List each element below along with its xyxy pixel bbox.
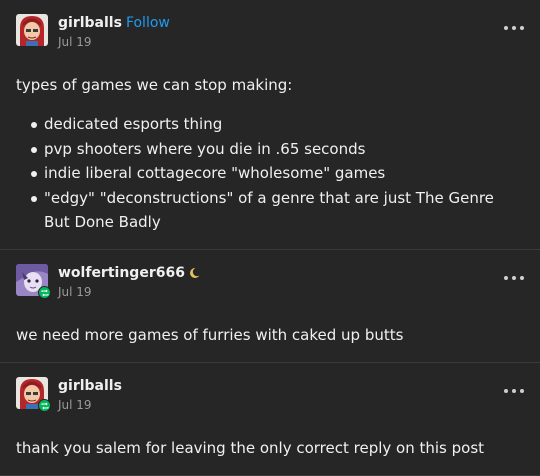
post-username[interactable]: girlballs Follow [58,15,170,31]
moon-icon [189,267,202,279]
list-item: dedicated esports thing [28,112,508,137]
post-original: girlballs Follow Jul 19 types of games w… [0,0,540,250]
reblog-icon [38,399,51,412]
post-text: thank you salem for leaving the only cor… [16,439,485,457]
post-header: girlballs Follow Jul 19 [16,14,524,49]
username-text[interactable]: girlballs [58,15,122,31]
games-list: dedicated esports thing pvp shooters whe… [28,112,508,235]
follow-button[interactable]: Follow [126,15,170,31]
reblog-icon [38,286,51,299]
post-reblog: wolfertinger666 Jul 19 we need more game… [0,250,540,363]
post-date[interactable]: Jul 19 [58,35,92,49]
post-header: wolfertinger666 Jul 19 [16,264,524,299]
post-date[interactable]: Jul 19 [58,398,92,412]
list-item: indie liberal cottagecore "wholesome" ga… [28,161,508,186]
avatar[interactable] [16,14,48,46]
username-text[interactable]: girlballs [58,378,122,394]
more-options-icon[interactable] [504,24,524,32]
post-username[interactable]: wolfertinger666 [58,265,202,281]
list-item: pvp shooters where you die in .65 second… [28,137,508,162]
more-options-icon[interactable] [504,274,524,282]
post-header: girlballs Jul 19 [16,377,524,412]
post-text: types of games we can stop making: [16,76,293,94]
post-reblog: girlballs Jul 19 thank you salem for lea… [0,363,540,476]
list-item: "edgy" "deconstructions" of a genre that… [28,186,508,235]
username-text[interactable]: wolfertinger666 [58,265,185,281]
post-text: we need more games of furries with caked… [16,326,404,344]
post-date[interactable]: Jul 19 [58,285,92,299]
post-username[interactable]: girlballs [58,378,122,394]
more-options-icon[interactable] [504,387,524,395]
